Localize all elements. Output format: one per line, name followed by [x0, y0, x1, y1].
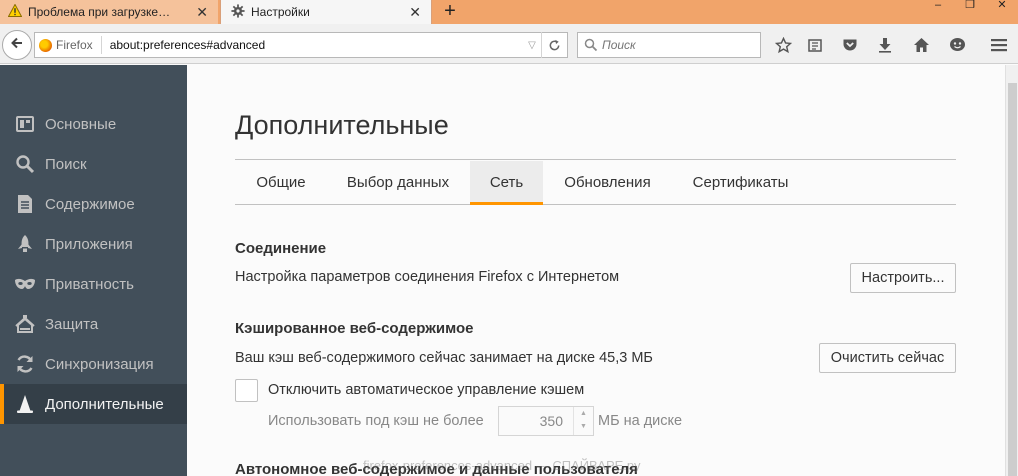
security-icon	[14, 313, 36, 335]
bookmark-star-icon[interactable]	[774, 36, 792, 54]
sidebar-item-label: Приложения	[45, 235, 133, 253]
spinner-arrows-icon[interactable]: ▲ ▼	[573, 407, 593, 435]
search-bar[interactable]	[577, 32, 761, 58]
page-title: Дополнительные	[235, 110, 449, 140]
close-window-button[interactable]: ✕	[986, 0, 1018, 14]
sidebar-item-search[interactable]: Поиск	[0, 144, 187, 184]
connection-heading: Соединение	[235, 240, 327, 257]
firefox-logo-icon	[39, 38, 52, 52]
content-icon	[14, 193, 36, 215]
tab-data-choices[interactable]: Выбор данных	[327, 161, 469, 205]
warning-icon	[7, 3, 23, 20]
cache-limit-label: Использовать под кэш не более	[268, 413, 484, 429]
close-tab-icon[interactable]: ✕	[409, 4, 421, 21]
search-input[interactable]	[602, 38, 752, 52]
tab-network[interactable]: Сеть	[470, 161, 543, 205]
tab-updates[interactable]: Обновления	[545, 161, 670, 205]
tab-settings[interactable]: Настройки ✕	[220, 0, 432, 24]
window-controls: – ❐ ✕	[922, 0, 1018, 14]
sidebar-item-applications[interactable]: Приложения	[0, 224, 187, 264]
watermark: firefox-preferences-advanced — СПАЙВАРЕ.…	[363, 458, 641, 473]
new-tab-button[interactable]: +	[438, 0, 462, 24]
privacy-mask-icon	[14, 273, 36, 295]
hamburger-menu-icon[interactable]	[990, 36, 1008, 54]
reload-button[interactable]	[541, 32, 567, 58]
advanced-icon	[14, 393, 36, 415]
back-arrow-icon	[10, 36, 24, 55]
identity-box[interactable]: Firefox	[35, 36, 102, 54]
sidebar-item-security[interactable]: Защита	[0, 304, 187, 344]
url-text[interactable]: about:preferences#advanced	[110, 38, 523, 52]
connection-settings-button[interactable]: Настроить...	[850, 263, 956, 293]
pocket-icon[interactable]	[841, 36, 859, 54]
dropdown-arrow-icon[interactable]: ▽	[523, 40, 541, 51]
cache-override-label[interactable]: Отключить автоматическое управление кэше…	[268, 382, 584, 398]
cache-description: Ваш кэш веб-содержимого сейчас занимает …	[235, 350, 653, 366]
back-button[interactable]	[2, 30, 32, 60]
hello-chat-icon[interactable]	[948, 36, 966, 54]
tab-title: Проблема при загрузке страницы	[28, 5, 173, 19]
sidebar-item-general[interactable]: Основные	[0, 104, 187, 144]
sidebar-item-advanced[interactable]: Дополнительные	[0, 384, 187, 424]
home-icon[interactable]	[912, 36, 930, 54]
scrollbar[interactable]	[1005, 65, 1018, 476]
sidebar-item-label: Синхронизация	[45, 355, 154, 373]
close-tab-icon[interactable]: ✕	[196, 4, 208, 21]
preferences-content: Дополнительные Общие Выбор данных Сеть О…	[187, 65, 1005, 476]
tab-certificates[interactable]: Сертификаты	[672, 161, 809, 205]
search-icon	[584, 38, 598, 52]
sidebar-item-content[interactable]: Содержимое	[0, 184, 187, 224]
connection-description: Настройка параметров соединения Firefox …	[235, 269, 620, 285]
tab-strip: Проблема при загрузке страницы ✕ Настрой…	[0, 0, 1018, 24]
downloads-icon[interactable]	[876, 36, 894, 54]
general-icon	[14, 113, 36, 135]
tab-load-error[interactable]: Проблема при загрузке страницы ✕	[0, 0, 218, 24]
advanced-tabs: Общие Выбор данных Сеть Обновления Серти…	[235, 161, 956, 205]
sidebar-item-label: Дополнительные	[45, 395, 164, 413]
sidebar-item-sync[interactable]: Синхронизация	[0, 344, 187, 384]
preferences-sidebar: Основные Поиск Содержимое Приложения При…	[0, 65, 187, 476]
sync-icon	[14, 353, 36, 375]
tab-general[interactable]: Общие	[235, 161, 327, 205]
clear-cache-button[interactable]: Очистить сейчас	[819, 343, 956, 373]
sidebar-item-label: Защита	[45, 315, 99, 333]
cache-override-checkbox[interactable]	[235, 379, 258, 402]
applications-icon	[14, 233, 36, 255]
identity-label: Firefox	[56, 38, 93, 52]
reload-icon	[549, 39, 560, 50]
navigation-toolbar: Firefox about:preferences#advanced ▽	[0, 24, 1018, 64]
sidebar-item-privacy[interactable]: Приватность	[0, 264, 187, 304]
restore-button[interactable]: ❐	[954, 0, 986, 14]
scrollbar-thumb[interactable]	[1008, 83, 1017, 476]
cache-limit-value: 350	[539, 413, 563, 429]
search-icon	[14, 153, 36, 175]
cache-limit-input[interactable]: 350 ▲ ▼	[498, 406, 594, 436]
cache-limit-unit: МБ на диске	[598, 413, 683, 429]
bookmarks-menu-icon[interactable]	[806, 36, 824, 54]
sidebar-item-label: Поиск	[45, 155, 87, 173]
minimize-button[interactable]: –	[922, 0, 954, 14]
title-divider	[235, 159, 956, 160]
gear-icon	[231, 3, 245, 21]
sidebar-item-label: Основные	[45, 115, 117, 133]
tab-title: Настройки	[251, 5, 310, 19]
cache-heading: Кэшированное веб-содержимое	[235, 320, 474, 337]
sidebar-item-label: Приватность	[45, 275, 134, 293]
sidebar-item-label: Содержимое	[45, 195, 135, 213]
url-bar[interactable]: Firefox about:preferences#advanced ▽	[34, 32, 568, 58]
